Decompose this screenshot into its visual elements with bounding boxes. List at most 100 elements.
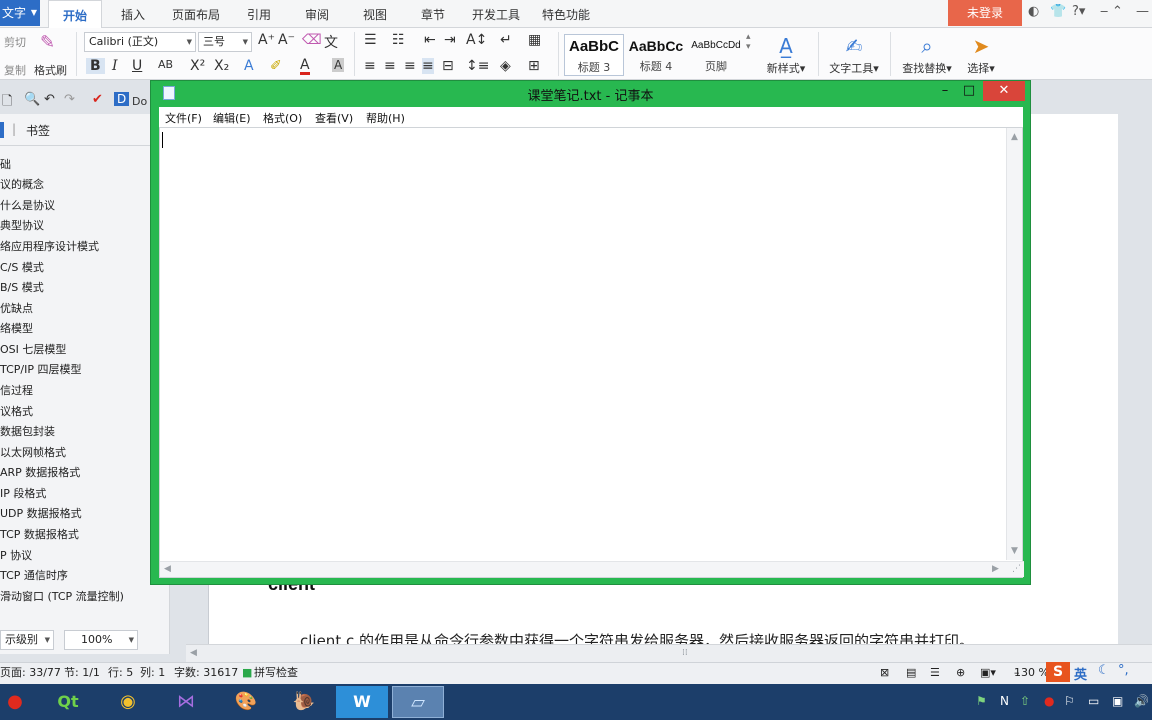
- indent-icon[interactable]: ⇥: [444, 32, 456, 48]
- login-button[interactable]: 未登录: [948, 0, 1022, 26]
- bullet-list-icon[interactable]: ☰: [364, 32, 377, 48]
- nav-item[interactable]: 络应用程序设计模式: [0, 238, 99, 254]
- font-size-select[interactable]: 三号 ▼: [198, 32, 252, 52]
- nav-item[interactable]: UDP 数据报格式: [0, 505, 82, 521]
- resize-grip-icon[interactable]: ⋰: [1012, 564, 1021, 574]
- italic-icon[interactable]: I: [112, 58, 118, 74]
- justify-icon[interactable]: ≡: [422, 58, 434, 74]
- doc-switch-icon[interactable]: D: [114, 92, 130, 106]
- char-shading-icon[interactable]: A: [332, 58, 345, 72]
- align-right-icon[interactable]: ≡: [404, 58, 416, 74]
- nav-item[interactable]: TCP 数据报格式: [0, 526, 79, 542]
- view-page-icon[interactable]: ▤: [906, 663, 916, 683]
- sort-icon[interactable]: A↕: [466, 32, 487, 48]
- line-spacing-icon[interactable]: ↕≡: [466, 58, 489, 74]
- font-color-icon[interactable]: A: [300, 58, 310, 75]
- snail-app-icon[interactable]: 🐌: [278, 686, 330, 718]
- paint-icon[interactable]: 🎨: [220, 686, 272, 718]
- app-menu-button[interactable]: 文字 ▼: [0, 0, 40, 26]
- select-button[interactable]: ➤ 选择▾: [962, 32, 1000, 76]
- scroll-left-icon[interactable]: ◀: [190, 648, 197, 658]
- line-break-icon[interactable]: ↵: [500, 32, 512, 48]
- text-tools-button[interactable]: ✍ 文字工具▾: [824, 32, 884, 76]
- format-painter-icon[interactable]: ✎: [40, 32, 55, 53]
- new-style-button[interactable]: A̲ 新样式▾: [762, 32, 810, 76]
- help-icon[interactable]: ?▾: [1072, 4, 1085, 19]
- outline-level-select[interactable]: 示级别 ▼: [0, 630, 54, 650]
- nav-item[interactable]: 典型协议: [0, 217, 44, 233]
- numbered-list-icon[interactable]: ☷: [392, 32, 405, 48]
- document-horizontal-scrollbar[interactable]: ◀ ⁞⁞: [186, 644, 1152, 662]
- notepad-taskbar-icon[interactable]: ▱: [392, 686, 444, 718]
- tray-up-icon[interactable]: ⇧: [1020, 694, 1030, 708]
- ime-moon-icon[interactable]: ☾: [1098, 663, 1110, 678]
- redo-icon[interactable]: ↷: [64, 92, 75, 107]
- align-center-icon[interactable]: ≡: [384, 58, 396, 74]
- scroll-up-icon[interactable]: ▲: [1011, 132, 1018, 142]
- scroll-left-icon[interactable]: ◀: [164, 564, 171, 574]
- battery-icon[interactable]: ▭: [1088, 694, 1099, 708]
- status-word-count[interactable]: 字数: 31617: [174, 663, 238, 683]
- volume-icon[interactable]: 🔊: [1134, 694, 1149, 708]
- scroll-down-icon[interactable]: ▼: [1011, 546, 1018, 556]
- tab-chapter[interactable]: 章节: [412, 0, 454, 28]
- tab-view[interactable]: 视图: [354, 0, 396, 28]
- ime-language[interactable]: 英: [1074, 664, 1087, 683]
- phonetic-icon[interactable]: 文: [324, 32, 338, 52]
- menu-file[interactable]: 文件(F): [165, 110, 202, 126]
- font-name-select[interactable]: Calibri (正文) ▼: [84, 32, 196, 52]
- flag-tray-icon[interactable]: ⚐: [1064, 694, 1075, 708]
- nav-item[interactable]: 础: [0, 156, 11, 172]
- nav-item[interactable]: TCP 通信时序: [0, 567, 68, 583]
- cut-button[interactable]: 剪切: [4, 34, 26, 50]
- maximize-button[interactable]: □: [959, 81, 979, 101]
- notepad-vertical-scrollbar[interactable]: ▲ ▼: [1006, 128, 1022, 560]
- minimize-button[interactable]: –: [935, 81, 955, 101]
- menu-format[interactable]: 格式(O): [263, 110, 302, 126]
- outdent-icon[interactable]: ⇤: [424, 32, 436, 48]
- pin-icon[interactable]: ✔: [92, 92, 103, 107]
- menu-edit[interactable]: 编辑(E): [213, 110, 251, 126]
- style-heading4[interactable]: AaBbCc 标题 4: [626, 34, 686, 76]
- tab-developer[interactable]: 开发工具: [466, 0, 526, 28]
- shrink-font-icon[interactable]: A⁻: [278, 32, 295, 48]
- spell-check-toggle[interactable]: 拼写检查: [254, 663, 298, 683]
- network-icon[interactable]: ⚑: [976, 694, 987, 708]
- scroll-thumb-grip-icon[interactable]: ⁞⁞: [682, 648, 688, 658]
- skin-icon[interactable]: ◐: [1028, 4, 1039, 19]
- shirt-icon[interactable]: 👕: [1050, 4, 1066, 19]
- nav-zoom-select[interactable]: 100% ▼: [64, 630, 138, 650]
- ribbon-up-icon[interactable]: ⌃: [1112, 4, 1123, 19]
- tab-home[interactable]: 开始: [48, 0, 102, 28]
- tab-review[interactable]: 审阅: [296, 0, 338, 28]
- sogou-ime-icon[interactable]: S: [1046, 662, 1070, 682]
- visual-studio-icon[interactable]: ⋈: [160, 686, 212, 718]
- menu-view[interactable]: 查看(V): [315, 110, 353, 126]
- align-left-icon[interactable]: ≡: [364, 58, 376, 74]
- record-tray-icon[interactable]: ●: [1044, 694, 1054, 708]
- tab-toc-marker[interactable]: [0, 122, 4, 138]
- superscript-icon[interactable]: X²: [190, 58, 205, 74]
- undo-icon[interactable]: ↶: [44, 92, 55, 107]
- underline-icon[interactable]: U: [132, 58, 142, 74]
- nav-item[interactable]: 议格式: [0, 403, 33, 419]
- char-spacing-icon[interactable]: AB: [158, 58, 173, 71]
- record-app-icon[interactable]: ●: [0, 686, 30, 718]
- nav-item[interactable]: 议的概念: [0, 176, 44, 192]
- qt-creator-icon[interactable]: Qt: [42, 686, 94, 718]
- distribute-icon[interactable]: ⊟: [442, 58, 454, 74]
- view-web-icon[interactable]: ⊕: [956, 663, 965, 683]
- bold-icon[interactable]: B: [86, 58, 105, 74]
- subscript-icon[interactable]: X₂: [214, 58, 229, 74]
- nav-item[interactable]: 优缺点: [0, 300, 33, 316]
- close-button[interactable]: ✕: [983, 81, 1025, 101]
- minimize-icon[interactable]: —: [1136, 4, 1149, 19]
- tab-features[interactable]: 特色功能: [536, 0, 596, 28]
- table-grid-icon[interactable]: ▦: [528, 32, 541, 48]
- view-fullscreen-icon[interactable]: ⊠: [880, 663, 889, 683]
- nav-item[interactable]: TCP/IP 四层模型: [0, 361, 81, 377]
- text-effect-icon[interactable]: A: [244, 58, 254, 74]
- border-icon[interactable]: ⊞: [528, 58, 540, 74]
- notepad-text-area[interactable]: ▲ ▼ ◀ ▶ ⋰: [159, 127, 1024, 578]
- find-replace-button[interactable]: ⌕ 查找替换▾: [898, 32, 956, 76]
